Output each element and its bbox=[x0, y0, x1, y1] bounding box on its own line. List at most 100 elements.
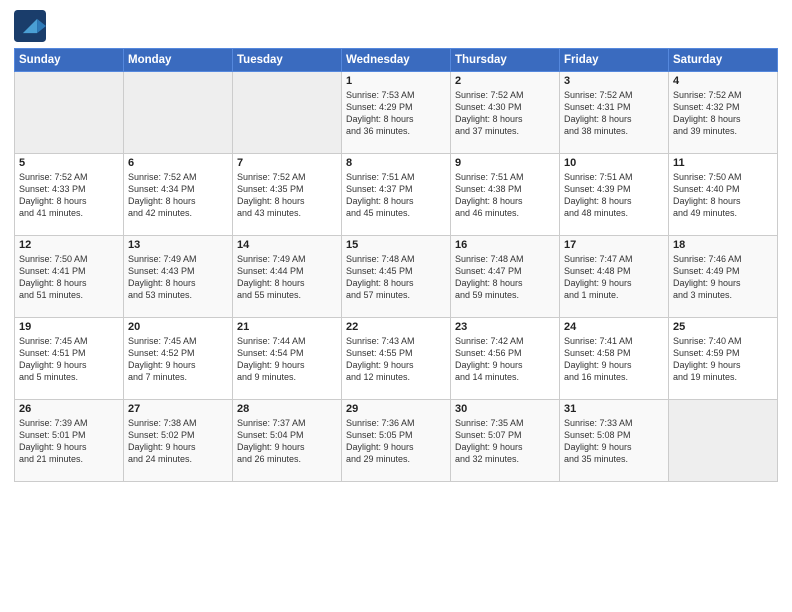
day-number: 11 bbox=[673, 157, 773, 169]
day-number: 14 bbox=[237, 239, 337, 251]
day-number: 10 bbox=[564, 157, 664, 169]
day-info: Sunrise: 7:45 AM Sunset: 4:52 PM Dayligh… bbox=[128, 335, 228, 384]
day-info: Sunrise: 7:49 AM Sunset: 4:43 PM Dayligh… bbox=[128, 253, 228, 302]
day-info: Sunrise: 7:52 AM Sunset: 4:31 PM Dayligh… bbox=[564, 89, 664, 138]
day-info: Sunrise: 7:52 AM Sunset: 4:30 PM Dayligh… bbox=[455, 89, 555, 138]
day-number: 12 bbox=[19, 239, 119, 251]
day-info: Sunrise: 7:53 AM Sunset: 4:29 PM Dayligh… bbox=[346, 89, 446, 138]
day-info: Sunrise: 7:33 AM Sunset: 5:08 PM Dayligh… bbox=[564, 417, 664, 466]
day-cell: 24 Sunrise: 7:41 AM Sunset: 4:58 PM Dayli… bbox=[560, 318, 669, 400]
day-info: Sunrise: 7:36 AM Sunset: 5:05 PM Dayligh… bbox=[346, 417, 446, 466]
day-number: 18 bbox=[673, 239, 773, 251]
day-cell: 11 Sunrise: 7:50 AM Sunset: 4:40 PM Dayli… bbox=[669, 154, 778, 236]
day-info: Sunrise: 7:51 AM Sunset: 4:37 PM Dayligh… bbox=[346, 171, 446, 220]
day-info: Sunrise: 7:43 AM Sunset: 4:55 PM Dayligh… bbox=[346, 335, 446, 384]
day-number: 28 bbox=[237, 403, 337, 415]
col-header-wednesday: Wednesday bbox=[342, 49, 451, 72]
day-cell: 18Sunrise: 7:46 AM Sunset: 4:49 PM Dayli… bbox=[669, 236, 778, 318]
day-cell: 12Sunrise: 7:50 AM Sunset: 4:41 PM Dayli… bbox=[15, 236, 124, 318]
day-info: Sunrise: 7:48 AM Sunset: 4:47 PM Dayligh… bbox=[455, 253, 555, 302]
day-cell: 9 Sunrise: 7:51 AM Sunset: 4:38 PM Daylig… bbox=[451, 154, 560, 236]
day-number: 7 bbox=[237, 157, 337, 169]
week-row-3: 12Sunrise: 7:50 AM Sunset: 4:41 PM Dayli… bbox=[15, 236, 778, 318]
day-info: Sunrise: 7:41 AM Sunset: 4:58 PM Dayligh… bbox=[564, 335, 664, 384]
col-header-thursday: Thursday bbox=[451, 49, 560, 72]
day-number: 4 bbox=[673, 75, 773, 87]
day-number: 22 bbox=[346, 321, 446, 333]
day-info: Sunrise: 7:44 AM Sunset: 4:54 PM Dayligh… bbox=[237, 335, 337, 384]
day-cell: 23 Sunrise: 7:42 AM Sunset: 4:56 PM Dayli… bbox=[451, 318, 560, 400]
logo bbox=[14, 10, 50, 42]
day-number: 17 bbox=[564, 239, 664, 251]
day-number: 29 bbox=[346, 403, 446, 415]
day-info: Sunrise: 7:51 AM Sunset: 4:38 PM Dayligh… bbox=[455, 171, 555, 220]
calendar-table: SundayMondayTuesdayWednesdayThursdayFrid… bbox=[14, 48, 778, 482]
day-cell bbox=[669, 400, 778, 482]
day-cell: 27Sunrise: 7:38 AM Sunset: 5:02 PM Dayli… bbox=[124, 400, 233, 482]
day-number: 19 bbox=[19, 321, 119, 333]
day-cell: 21Sunrise: 7:44 AM Sunset: 4:54 PM Dayli… bbox=[233, 318, 342, 400]
day-cell bbox=[233, 72, 342, 154]
col-header-sunday: Sunday bbox=[15, 49, 124, 72]
day-number: 13 bbox=[128, 239, 228, 251]
day-cell: 17 Sunrise: 7:47 AM Sunset: 4:48 PM Dayli… bbox=[560, 236, 669, 318]
day-info: Sunrise: 7:49 AM Sunset: 4:44 PM Dayligh… bbox=[237, 253, 337, 302]
day-number: 16 bbox=[455, 239, 555, 251]
col-header-saturday: Saturday bbox=[669, 49, 778, 72]
day-info: Sunrise: 7:52 AM Sunset: 4:34 PM Dayligh… bbox=[128, 171, 228, 220]
day-number: 1 bbox=[346, 75, 446, 87]
day-number: 20 bbox=[128, 321, 228, 333]
day-cell: 19 Sunrise: 7:45 AM Sunset: 4:51 PM Dayli… bbox=[15, 318, 124, 400]
day-cell: 29 Sunrise: 7:36 AM Sunset: 5:05 PM Dayli… bbox=[342, 400, 451, 482]
day-info: Sunrise: 7:45 AM Sunset: 4:51 PM Dayligh… bbox=[19, 335, 119, 384]
day-number: 26 bbox=[19, 403, 119, 415]
day-number: 24 bbox=[564, 321, 664, 333]
day-info: Sunrise: 7:40 AM Sunset: 4:59 PM Dayligh… bbox=[673, 335, 773, 384]
day-info: Sunrise: 7:39 AM Sunset: 5:01 PM Dayligh… bbox=[19, 417, 119, 466]
day-info: Sunrise: 7:51 AM Sunset: 4:39 PM Dayligh… bbox=[564, 171, 664, 220]
day-info: Sunrise: 7:50 AM Sunset: 4:40 PM Dayligh… bbox=[673, 171, 773, 220]
day-cell: 31 Sunrise: 7:33 AM Sunset: 5:08 PM Dayli… bbox=[560, 400, 669, 482]
day-number: 6 bbox=[128, 157, 228, 169]
col-header-tuesday: Tuesday bbox=[233, 49, 342, 72]
day-info: Sunrise: 7:35 AM Sunset: 5:07 PM Dayligh… bbox=[455, 417, 555, 466]
day-number: 5 bbox=[19, 157, 119, 169]
day-number: 23 bbox=[455, 321, 555, 333]
day-cell: 30 Sunrise: 7:35 AM Sunset: 5:07 PM Dayli… bbox=[451, 400, 560, 482]
page: SundayMondayTuesdayWednesdayThursdayFrid… bbox=[0, 0, 792, 612]
day-number: 2 bbox=[455, 75, 555, 87]
day-info: Sunrise: 7:42 AM Sunset: 4:56 PM Dayligh… bbox=[455, 335, 555, 384]
day-cell: 4 Sunrise: 7:52 AM Sunset: 4:32 PM Daylig… bbox=[669, 72, 778, 154]
day-number: 9 bbox=[455, 157, 555, 169]
day-cell bbox=[124, 72, 233, 154]
day-cell: 28 Sunrise: 7:37 AM Sunset: 5:04 PM Dayli… bbox=[233, 400, 342, 482]
day-number: 31 bbox=[564, 403, 664, 415]
day-cell: 5Sunrise: 7:52 AM Sunset: 4:33 PM Daylig… bbox=[15, 154, 124, 236]
header bbox=[14, 10, 778, 42]
day-cell: 1 Sunrise: 7:53 AM Sunset: 4:29 PM Daylig… bbox=[342, 72, 451, 154]
day-cell: 6 Sunrise: 7:52 AM Sunset: 4:34 PM Daylig… bbox=[124, 154, 233, 236]
day-number: 30 bbox=[455, 403, 555, 415]
day-info: Sunrise: 7:52 AM Sunset: 4:32 PM Dayligh… bbox=[673, 89, 773, 138]
day-cell: 16 Sunrise: 7:48 AM Sunset: 4:47 PM Dayli… bbox=[451, 236, 560, 318]
day-cell bbox=[15, 72, 124, 154]
day-cell: 14 Sunrise: 7:49 AM Sunset: 4:44 PM Dayli… bbox=[233, 236, 342, 318]
day-cell: 7Sunrise: 7:52 AM Sunset: 4:35 PM Daylig… bbox=[233, 154, 342, 236]
day-cell: 8Sunrise: 7:51 AM Sunset: 4:37 PM Daylig… bbox=[342, 154, 451, 236]
day-cell: 22 Sunrise: 7:43 AM Sunset: 4:55 PM Dayli… bbox=[342, 318, 451, 400]
day-cell: 26 Sunrise: 7:39 AM Sunset: 5:01 PM Dayli… bbox=[15, 400, 124, 482]
day-cell: 3 Sunrise: 7:52 AM Sunset: 4:31 PM Daylig… bbox=[560, 72, 669, 154]
day-number: 3 bbox=[564, 75, 664, 87]
week-row-4: 19 Sunrise: 7:45 AM Sunset: 4:51 PM Dayli… bbox=[15, 318, 778, 400]
day-cell: 15Sunrise: 7:48 AM Sunset: 4:45 PM Dayli… bbox=[342, 236, 451, 318]
week-row-1: 1 Sunrise: 7:53 AM Sunset: 4:29 PM Daylig… bbox=[15, 72, 778, 154]
header-row: SundayMondayTuesdayWednesdayThursdayFrid… bbox=[15, 49, 778, 72]
day-cell: 10 Sunrise: 7:51 AM Sunset: 4:39 PM Dayli… bbox=[560, 154, 669, 236]
day-cell: 2 Sunrise: 7:52 AM Sunset: 4:30 PM Daylig… bbox=[451, 72, 560, 154]
day-info: Sunrise: 7:37 AM Sunset: 5:04 PM Dayligh… bbox=[237, 417, 337, 466]
day-cell: 20 Sunrise: 7:45 AM Sunset: 4:52 PM Dayli… bbox=[124, 318, 233, 400]
day-number: 15 bbox=[346, 239, 446, 251]
day-info: Sunrise: 7:47 AM Sunset: 4:48 PM Dayligh… bbox=[564, 253, 664, 302]
logo-icon bbox=[14, 10, 46, 42]
week-row-5: 26 Sunrise: 7:39 AM Sunset: 5:01 PM Dayli… bbox=[15, 400, 778, 482]
